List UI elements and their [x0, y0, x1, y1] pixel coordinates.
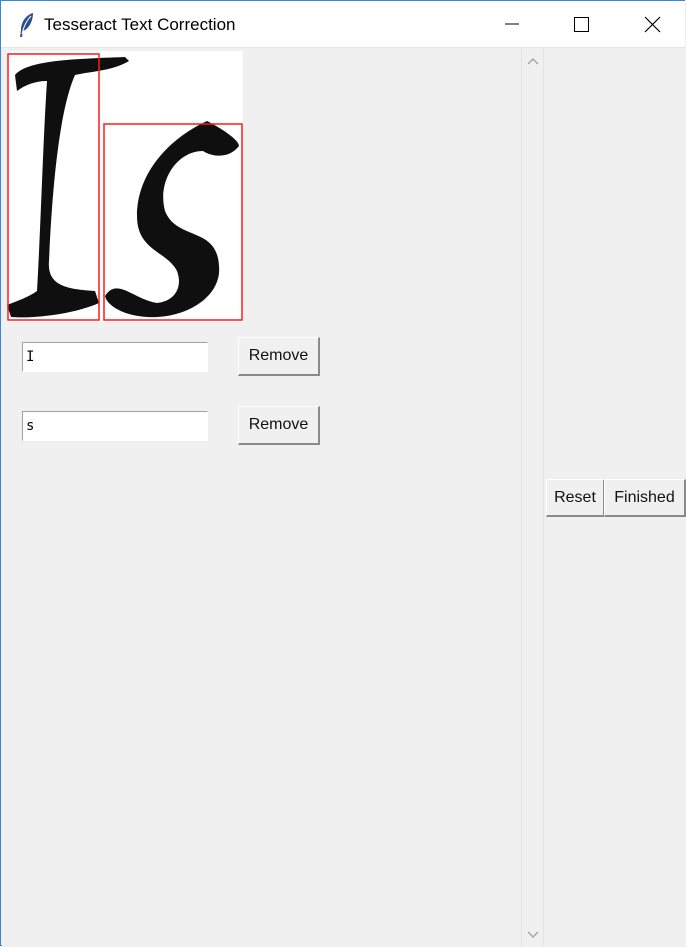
minimize-button[interactable] [477, 1, 547, 47]
minimize-icon [505, 23, 519, 25]
title-bar[interactable]: Tesseract Text Correction [1, 1, 685, 48]
remove-button-2[interactable]: Remove [238, 406, 320, 445]
maximize-icon [574, 17, 589, 32]
character-image [7, 51, 243, 322]
app-window: Tesseract Text Correction I Remove s Rem… [0, 0, 686, 946]
scrollable-canvas[interactable]: Remove Remove [2, 48, 521, 946]
window-title: Tesseract Text Correction [44, 15, 236, 34]
reset-button[interactable]: Reset [546, 479, 605, 517]
remove-button-1[interactable]: Remove [238, 337, 320, 376]
handwritten-text-image [7, 53, 243, 321]
finished-button[interactable]: Finished [604, 479, 686, 517]
char-input-2[interactable] [22, 411, 208, 441]
chevron-down-icon[interactable] [526, 928, 540, 942]
char-input-1[interactable] [22, 342, 208, 372]
close-icon [644, 16, 661, 33]
vertical-scrollbar[interactable] [521, 48, 544, 946]
feather-icon [17, 12, 37, 38]
action-panel: Reset Finished [544, 48, 686, 946]
chevron-up-icon[interactable] [526, 54, 540, 68]
maximize-button[interactable] [546, 1, 616, 47]
close-button[interactable] [616, 1, 686, 47]
